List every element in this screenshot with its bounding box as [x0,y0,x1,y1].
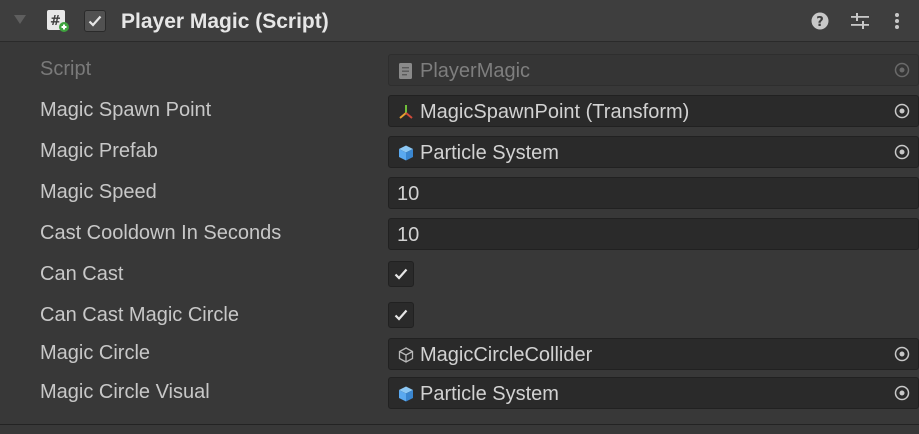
presets-icon[interactable] [850,12,870,30]
field-value: 10 [397,224,420,246]
foldout-arrow-icon[interactable] [14,15,26,24]
field-label: Can Cast Magic Circle [40,304,239,326]
script-asset-icon [399,63,412,79]
help-icon[interactable]: ? [811,12,829,30]
field-value: Particle System [420,383,559,405]
object-picker-icon [894,62,910,78]
prefab-cube-icon [399,145,413,161]
check-icon [394,268,408,280]
field-label: Magic Prefab [40,140,158,162]
script-object-field: PlayerMagic [388,54,919,86]
field-label: Script [40,58,92,80]
magic-spawn-point-object-field[interactable]: MagicSpawnPoint (Transform) [388,95,919,127]
field-row-magic-circle-visual: Magic Circle Visual Particle System [0,375,919,411]
component-enabled-checkbox[interactable] [84,10,106,32]
object-picker-icon[interactable] [894,103,910,119]
can-cast-checkbox[interactable] [388,261,414,287]
can-cast-magic-circle-checkbox[interactable] [388,302,414,328]
magic-circle-visual-object-field[interactable]: Particle System [388,377,919,409]
cast-cooldown-input[interactable]: 10 [388,218,919,250]
magic-speed-input[interactable]: 10 [388,177,919,209]
field-row-magic-spawn-point: Magic Spawn Point MagicSpawnPoint (Trans… [0,93,919,129]
component-title: Player Magic (Script) [121,10,329,33]
magic-circle-object-field[interactable]: MagicCircleCollider [388,338,919,370]
object-picker-icon[interactable] [894,346,910,362]
field-value: 10 [397,183,420,205]
field-value: MagicSpawnPoint (Transform) [420,101,690,123]
check-icon [394,309,408,321]
field-row-magic-circle: Magic Circle MagicCircleCollider [0,336,919,372]
prefab-cube-icon [399,386,413,402]
kebab-menu-icon[interactable] [894,12,900,30]
mesh-collider-icon [398,347,414,363]
field-value: PlayerMagic [420,60,531,82]
field-label: Magic Circle [40,342,151,364]
svg-text:?: ? [816,15,824,30]
field-row-magic-speed: Magic Speed 10 [0,175,919,211]
component-divider [0,424,919,425]
field-value: MagicCircleCollider [420,344,593,366]
field-label: Magic Speed [40,181,157,203]
field-row-can-cast: Can Cast [0,257,919,293]
object-picker-icon[interactable] [894,144,910,160]
field-row-can-cast-magic-circle: Can Cast Magic Circle [0,298,919,334]
field-value: Particle System [420,142,559,164]
object-picker-icon[interactable] [894,385,910,401]
component-header[interactable]: # Player Magic (Script) ? [0,0,919,42]
field-label: Can Cast [40,263,124,285]
field-row-cast-cooldown: Cast Cooldown In Seconds 10 [0,216,919,252]
field-row-script: Script PlayerMagic [0,52,919,88]
check-icon [88,15,102,27]
field-label: Magic Circle Visual [40,381,210,403]
csharp-script-icon: # [47,10,69,32]
field-row-magic-prefab: Magic Prefab Particle System [0,134,919,170]
field-label: Cast Cooldown In Seconds [40,222,282,244]
transform-icon [399,105,413,119]
field-label: Magic Spawn Point [40,99,212,121]
magic-prefab-object-field[interactable]: Particle System [388,136,919,168]
